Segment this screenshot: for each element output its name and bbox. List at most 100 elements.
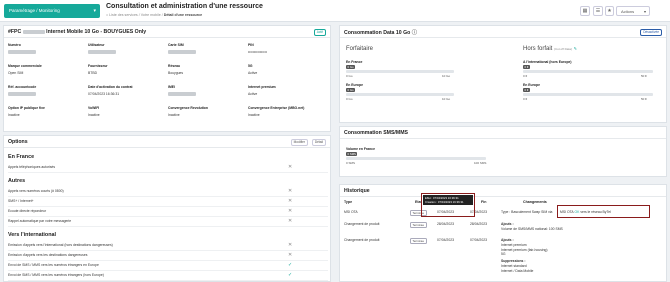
- cross-icon: ✕: [288, 208, 293, 214]
- resource-field: PIN ••••••••••••••••: [248, 43, 326, 54]
- history-type: Changement de produit: [344, 222, 380, 226]
- cross-icon: ✕: [288, 198, 293, 204]
- field-label: Réf. accountcode: [8, 85, 37, 89]
- hors-forfait-max: 50 €: [641, 97, 647, 101]
- history-title: Historique: [340, 185, 666, 197]
- edit-icon[interactable]: ✎: [574, 46, 577, 51]
- history-type: MSI OTA: [344, 210, 358, 214]
- history-header: Fin: [481, 200, 487, 204]
- options-section-title: Autres: [8, 178, 26, 184]
- sms-volume-min: 0 SMS: [346, 161, 356, 165]
- cross-icon: ✕: [288, 252, 293, 258]
- context-dropdown-label: Paramétrage / Monitoring: [9, 8, 60, 13]
- field-label: IMEI: [168, 85, 175, 89]
- resource-field: Réf. accountcode: [8, 85, 86, 97]
- resource-field: Numéro: [8, 43, 86, 55]
- resource-field: Utilisateur: [88, 43, 166, 55]
- option-label: Envoi de SMS / MMS vers les numéros étra…: [8, 273, 104, 277]
- option-row: Rappel automatique par votre messagerie ✕: [8, 218, 328, 227]
- edit-options-button[interactable]: Modifier: [290, 138, 308, 146]
- forfait-label: En Europe: [346, 83, 363, 87]
- option-label: Rappel automatique par votre messagerie: [8, 219, 72, 223]
- field-value: ••••••••••••••••: [248, 50, 267, 54]
- sms-volume-value-tag: 0 SMS: [346, 152, 358, 156]
- history-change-detail: 5G: [501, 252, 506, 256]
- resource-field: VoWIFI Inactive: [88, 106, 166, 117]
- highlight-rest: vers le réseau ByTel: [580, 210, 611, 214]
- field-value: Inactive: [168, 113, 180, 117]
- highlight-text: MSI OTA OK vers le réseau ByTel: [560, 210, 611, 214]
- cross-icon: ✕: [288, 218, 293, 224]
- redacted-value: [168, 50, 196, 55]
- field-label: PIN: [248, 43, 254, 47]
- chevron-down-icon: ▾: [643, 9, 646, 14]
- options-title: Options Modifier Détail: [4, 136, 330, 148]
- option-label: Ecoute directe répondeur: [8, 209, 47, 213]
- breadcrumb-item[interactable]: Votre mobile: [141, 13, 161, 17]
- grid-icon[interactable]: ▦: [580, 6, 590, 16]
- forfait-value-tag: 0 Go: [346, 88, 356, 92]
- hors-forfait-value-tag: 0 €: [523, 65, 530, 69]
- option-label: Emission d'appels vers les destinations …: [8, 253, 88, 257]
- field-label: VoWIFI: [88, 106, 100, 110]
- history-type: Changement de produit: [344, 238, 380, 242]
- forfait-label: En France: [346, 60, 363, 64]
- option-row: Ecoute directe répondeur ✕: [8, 208, 328, 217]
- history-start-date: 07/04/2023: [437, 238, 454, 242]
- redacted-text: [22, 29, 45, 34]
- data-consumption-title: Consommation Data 10 Go ⓘ Désactivée: [340, 26, 666, 38]
- history-change-detail: Internet / Data Mobile: [501, 268, 534, 273]
- forfait-value-tag: 0 Go: [346, 65, 356, 69]
- cross-icon: ✕: [288, 188, 293, 194]
- star-icon[interactable]: ★: [605, 6, 614, 16]
- field-label: Utilisateur: [88, 43, 105, 47]
- sms-volume-label: Volume en France: [346, 147, 375, 151]
- field-value: Bouygues: [168, 71, 184, 75]
- field-label: 5G: [248, 64, 253, 68]
- forfait-min: 0 Go: [346, 74, 353, 78]
- list-icon[interactable]: ☰: [593, 6, 603, 16]
- breadcrumb-current: Détail d'une ressource: [163, 13, 203, 17]
- history-change-detail: Internet standard: [501, 264, 527, 268]
- resource-field: 5G Active: [248, 64, 326, 75]
- field-label: Date d'activation du contrat: [88, 85, 133, 89]
- option-label: Appels téléphoniques autorisés: [8, 165, 56, 169]
- history-changes: Type : Basculement Swap SIM via: [501, 210, 553, 214]
- history-change-detail: Internet premium (fair-housing): [501, 247, 548, 252]
- resource-field: Carte SIM: [168, 43, 246, 55]
- history-header: Type: [344, 200, 353, 204]
- history-header: Changements: [523, 200, 547, 204]
- option-row: Appels vers numéros courts (# 0800) ✕: [8, 188, 328, 197]
- sms-consumption-title: Consommation SMS/MMS: [340, 127, 666, 139]
- actions-button[interactable]: Actions ▾: [616, 6, 650, 16]
- context-dropdown[interactable]: Paramétrage / Monitoring ▾: [4, 4, 100, 18]
- history-end-date: 28/04/2023: [470, 222, 487, 226]
- data-consumption-panel: Consommation Data 10 Go ⓘ Désactivée For…: [339, 25, 667, 123]
- chevron-down-icon: ▾: [93, 8, 96, 14]
- resource-field: Option IP publique fixe Inactive: [8, 106, 86, 117]
- field-value: Open SIM: [8, 71, 24, 75]
- info-icon: ⓘ: [411, 30, 417, 36]
- hors-forfait-label: En Europe: [523, 83, 540, 87]
- cross-icon: ✕: [288, 164, 293, 170]
- history-changes: Ajouts :: [501, 238, 514, 242]
- check-icon: ✓: [288, 272, 293, 278]
- breadcrumb-item[interactable]: Liste des services: [109, 13, 138, 17]
- detail-options-button[interactable]: Détail: [311, 138, 326, 146]
- horsforfait-title: Hors forfait (Cut off Data) ✎: [523, 46, 577, 52]
- history-state-badge: Terminée: [410, 222, 427, 228]
- history-removals-label: Suppressions :: [501, 259, 526, 263]
- field-label: Fournisseur: [88, 64, 108, 68]
- forfait-bar: [346, 93, 454, 96]
- option-label: Emission d'appels vers l'international (…: [8, 243, 113, 247]
- tooltip-line: Création : 07/04/2023 16:36:31: [425, 200, 464, 204]
- option-row: SMS+ / Internet+ ✕: [8, 198, 328, 207]
- breadcrumb: ⌂ Liste des services / Votre mobile / Dé…: [106, 13, 203, 17]
- forfait-max: 10 Go: [442, 97, 451, 101]
- redacted-value: [88, 50, 116, 55]
- status-badge: Actif: [313, 28, 326, 36]
- field-value: BTBD: [88, 71, 98, 75]
- field-label: Marque commerciale: [8, 64, 42, 68]
- field-value: Inactive: [88, 113, 100, 117]
- option-row: Envoi de SMS / MMS vers les numéros étra…: [8, 272, 328, 281]
